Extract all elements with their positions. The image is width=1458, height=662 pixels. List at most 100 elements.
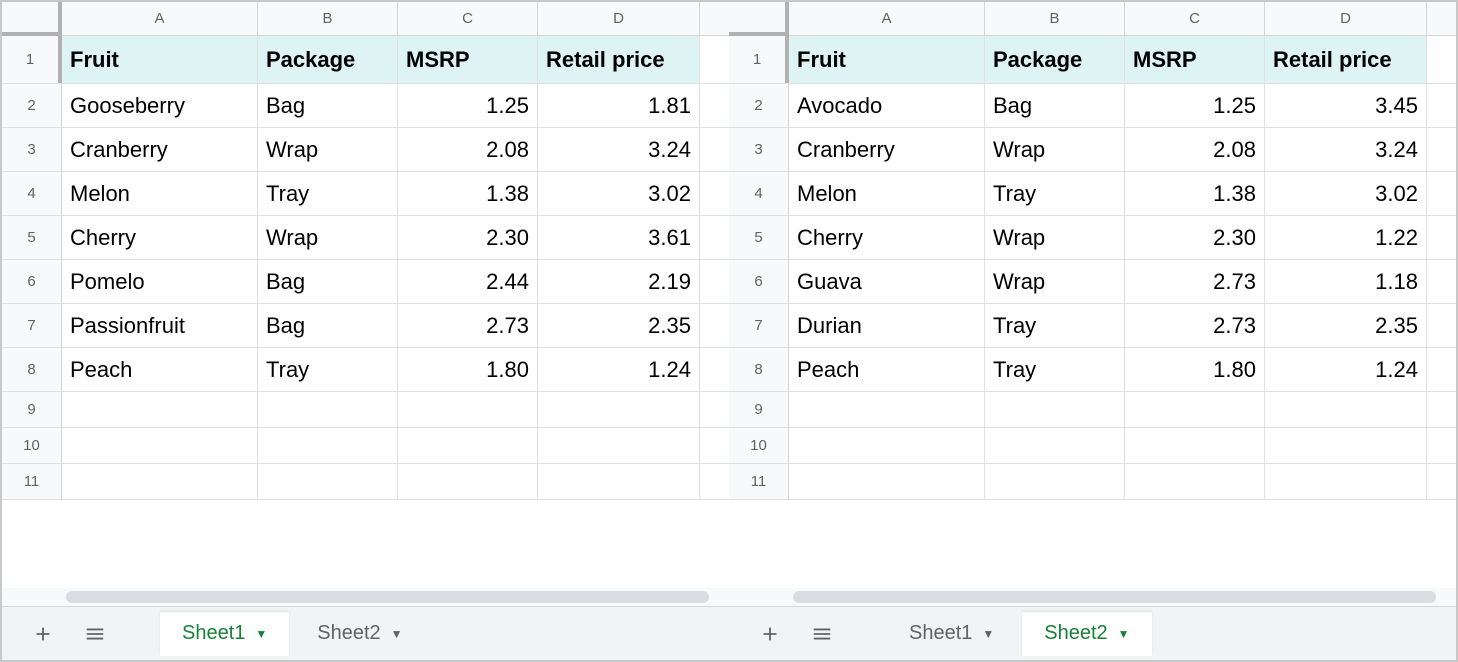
add-sheet-button[interactable] [747, 611, 793, 657]
add-sheet-button[interactable] [20, 611, 66, 657]
all-sheets-button[interactable] [799, 611, 845, 657]
column-header-C[interactable]: C [398, 2, 538, 35]
cell[interactable]: 2.08 [1125, 128, 1265, 171]
tab-sheet1[interactable]: Sheet1 ▼ [887, 612, 1016, 656]
cell[interactable] [1265, 428, 1427, 463]
select-all-corner[interactable] [2, 2, 62, 36]
cell[interactable]: Bag [258, 84, 398, 127]
cell[interactable]: MSRP [398, 36, 538, 83]
row-header[interactable]: 6 [2, 260, 62, 303]
horizontal-scrollbar[interactable] [729, 588, 1456, 606]
cell[interactable]: 2.19 [538, 260, 700, 303]
cell[interactable]: Tray [985, 172, 1125, 215]
cell[interactable]: Wrap [985, 260, 1125, 303]
cell[interactable]: 2.08 [398, 128, 538, 171]
column-header-B[interactable]: B [258, 2, 398, 35]
cell[interactable]: 2.35 [538, 304, 700, 347]
cell[interactable] [62, 428, 258, 463]
column-header-D[interactable]: D [1265, 2, 1427, 35]
cell[interactable]: 2.35 [1265, 304, 1427, 347]
cell[interactable]: Peach [789, 348, 985, 391]
cell[interactable]: Wrap [985, 216, 1125, 259]
cell[interactable]: 2.73 [1125, 304, 1265, 347]
row-header[interactable]: 5 [2, 216, 62, 259]
cell[interactable]: 2.30 [1125, 216, 1265, 259]
cell[interactable]: Cranberry [789, 128, 985, 171]
tab-sheet2[interactable]: Sheet2 ▼ [295, 612, 424, 656]
column-header-A[interactable]: A [789, 2, 985, 35]
cell[interactable]: 3.02 [538, 172, 700, 215]
cell[interactable]: Tray [258, 172, 398, 215]
cell[interactable]: 2.73 [1125, 260, 1265, 303]
cell[interactable]: 3.24 [1265, 128, 1427, 171]
row-header[interactable]: 5 [729, 216, 789, 259]
cell[interactable] [62, 464, 258, 499]
cell[interactable]: Pomelo [62, 260, 258, 303]
cell[interactable]: Retail price [538, 36, 700, 83]
row-header[interactable]: 9 [729, 392, 789, 427]
cell[interactable]: 1.80 [1125, 348, 1265, 391]
cell[interactable]: Passionfruit [62, 304, 258, 347]
cell[interactable]: 1.38 [1125, 172, 1265, 215]
row-header[interactable]: 4 [729, 172, 789, 215]
cell[interactable] [789, 464, 985, 499]
row-header[interactable]: 9 [2, 392, 62, 427]
column-header-A[interactable]: A [62, 2, 258, 35]
cell[interactable]: MSRP [1125, 36, 1265, 83]
cell[interactable] [789, 392, 985, 427]
cell[interactable] [258, 392, 398, 427]
cell[interactable] [398, 428, 538, 463]
cell[interactable]: Wrap [258, 128, 398, 171]
cell[interactable] [538, 428, 700, 463]
cell[interactable]: 3.61 [538, 216, 700, 259]
row-header[interactable]: 11 [2, 464, 62, 499]
tab-sheet1[interactable]: Sheet1 ▼ [160, 612, 289, 656]
row-header[interactable]: 6 [729, 260, 789, 303]
cell[interactable] [1125, 392, 1265, 427]
cell[interactable]: Melon [789, 172, 985, 215]
cell[interactable] [62, 392, 258, 427]
cell[interactable]: 1.81 [538, 84, 700, 127]
cell[interactable] [985, 464, 1125, 499]
cell[interactable]: Fruit [62, 36, 258, 83]
cell[interactable]: 3.45 [1265, 84, 1427, 127]
cell[interactable]: 1.24 [538, 348, 700, 391]
cell[interactable]: 2.44 [398, 260, 538, 303]
row-header[interactable]: 3 [729, 128, 789, 171]
cell[interactable]: Durian [789, 304, 985, 347]
cell[interactable] [398, 392, 538, 427]
cell[interactable]: Package [985, 36, 1125, 83]
all-sheets-button[interactable] [72, 611, 118, 657]
cell[interactable] [1125, 464, 1265, 499]
row-header[interactable]: 1 [2, 36, 62, 83]
cell[interactable]: Cherry [62, 216, 258, 259]
cell[interactable]: Avocado [789, 84, 985, 127]
cell[interactable]: Bag [258, 304, 398, 347]
cell[interactable]: Package [258, 36, 398, 83]
row-header[interactable]: 10 [2, 428, 62, 463]
cell[interactable]: Tray [258, 348, 398, 391]
cell[interactable] [789, 428, 985, 463]
column-header-B[interactable]: B [985, 2, 1125, 35]
row-header[interactable]: 7 [729, 304, 789, 347]
row-header[interactable]: 3 [2, 128, 62, 171]
tab-sheet2[interactable]: Sheet2 ▼ [1022, 612, 1151, 656]
cell[interactable] [258, 464, 398, 499]
cell[interactable]: Peach [62, 348, 258, 391]
column-header-C[interactable]: C [1125, 2, 1265, 35]
cell[interactable]: 2.73 [398, 304, 538, 347]
cell[interactable] [985, 392, 1125, 427]
cell[interactable] [258, 428, 398, 463]
horizontal-scrollbar[interactable] [2, 588, 729, 606]
cell[interactable] [538, 464, 700, 499]
cell[interactable]: 2.30 [398, 216, 538, 259]
cell[interactable]: 1.24 [1265, 348, 1427, 391]
cell[interactable] [1125, 428, 1265, 463]
column-header-D[interactable]: D [538, 2, 700, 35]
cell[interactable]: 1.18 [1265, 260, 1427, 303]
row-header[interactable]: 2 [729, 84, 789, 127]
select-all-corner[interactable] [729, 2, 789, 36]
row-header[interactable]: 8 [2, 348, 62, 391]
cell[interactable]: Tray [985, 348, 1125, 391]
cell[interactable]: 1.25 [398, 84, 538, 127]
